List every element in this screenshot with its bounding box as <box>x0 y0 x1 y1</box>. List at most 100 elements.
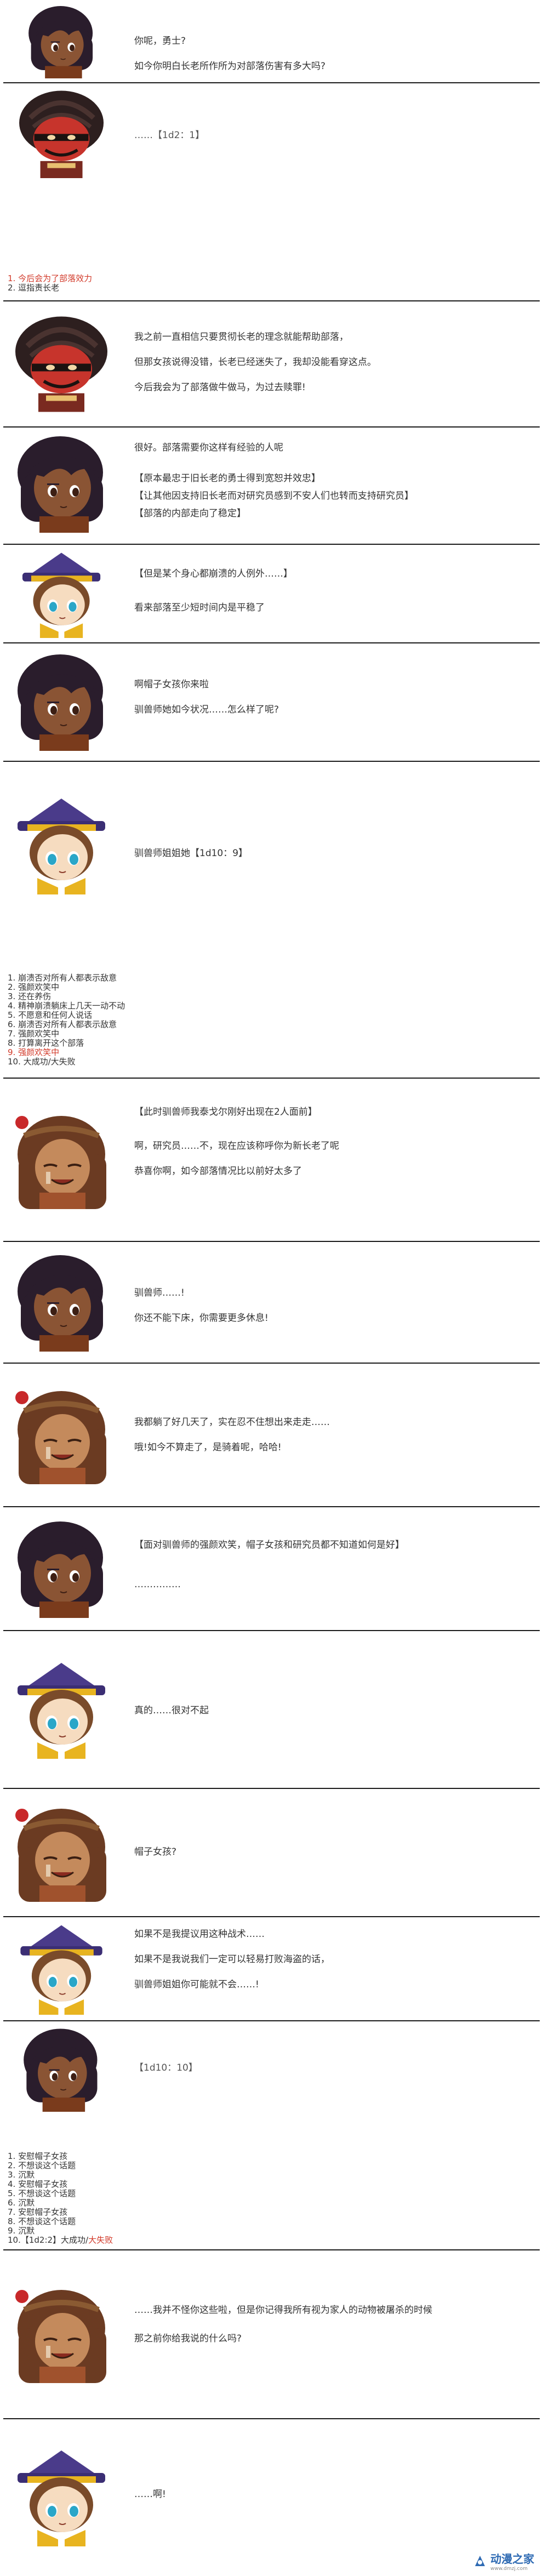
choice-item: 8. 不想谈这个话题 <box>8 2216 76 2226</box>
dialogue-line: 啊，研究员……不，现在应该称呼你为新长老了呢 <box>134 1141 339 1152</box>
dialogue-line: 今后我会为了部落做牛做马，为过去赎罪! <box>134 382 306 393</box>
dialogue-panel-13: 帽子女孩? <box>0 1790 543 1915</box>
brand-url: www.dmzj.com <box>490 2566 528 2572</box>
hat-kid-portrait <box>5 795 118 896</box>
dialogue-lines: 驯兽师……! 你还不能下床，你需要更多休息! <box>134 1286 529 1336</box>
choice-list-3: 1. 安慰帽子女孩 2. 不想谈这个话题 3. 沉默 4. 安慰帽子女孩 5. … <box>8 2152 113 2245</box>
dialogue-lines: 帽子女孩? <box>134 1845 529 1870</box>
narration-line: 【面对驯兽师的强颜欢笑，帽子女孩和研究员都不知道如何是好】 <box>134 1540 404 1551</box>
critical-fail-label: 大失败 <box>88 2235 113 2245</box>
panel-separator <box>3 2249 540 2250</box>
researcher-portrait <box>5 651 118 752</box>
dialogue-line: 恭喜你啊，如今部落情况比以前好太多了 <box>134 1166 302 1177</box>
tamer-portrait <box>5 1370 118 1500</box>
narration-line: 【原本最忠于旧长老的勇士得到宽恕并效忠】 <box>134 473 321 484</box>
choice-item: 5. 不想谈这个话题 <box>8 2189 76 2198</box>
dialogue-lines: ……我并不怪你这些啦，但是你记得我所有视为家人的动物被屠杀的时候 那之前你给我说… <box>134 2303 529 2357</box>
choice-item: 5. 不愿意和任何人说话 <box>8 1010 93 1020</box>
dialogue-line: 驯兽师她如今状况……怎么样了呢? <box>134 704 279 715</box>
panel-separator <box>3 642 540 643</box>
brand-name: 动漫之家 <box>490 2552 534 2566</box>
panel-separator <box>3 1078 540 1079</box>
dialogue-line: 啊帽子女孩你来啦 <box>134 679 209 690</box>
watermark: 动漫之家 www.dmzj.com <box>473 2550 534 2572</box>
dialogue-lines: 【此时驯兽师我泰戈尔刚好出现在2人面前】 啊，研究员……不，现在应该称呼你为新长… <box>134 1105 529 1189</box>
dialogue-line: 你呢，勇士? <box>134 36 186 47</box>
choice-item-critical: 10.【1d2:2】大成功/大失败 <box>8 2235 113 2245</box>
dialogue-line: 如果不是我说我们一定可以轻易打败海盗的话， <box>134 1954 330 1965</box>
choice-item: 3. 还在养伤 <box>8 991 52 1001</box>
researcher-portrait <box>5 434 118 533</box>
panel-separator <box>3 1241 540 1242</box>
panel-separator <box>3 1363 540 1364</box>
dialogue-panel-12: 真的……很对不起 <box>0 1632 543 1787</box>
panel-separator <box>3 82 540 83</box>
panel-separator <box>3 2418 540 2419</box>
hat-kid-portrait <box>5 2447 118 2547</box>
panel-separator <box>3 1788 540 1789</box>
dialogue-panel-2: ……【1d2：1】 <box>0 84 543 182</box>
choice-item: 6. 崩溃否对所有人都表示敌意 <box>8 1019 117 1029</box>
dialogue-lines: 【1d10：10】 <box>134 2061 529 2086</box>
dialogue-lines: 真的……很对不起 <box>134 1703 529 1729</box>
tamer-portrait <box>5 2257 118 2410</box>
choice-item: 4. 精神崩溃躺床上几天一动不动 <box>8 1001 125 1011</box>
dialogue-lines: 【但是某个身心都崩溃的人例外……】 看来部落至少短时间内是平稳了 <box>134 567 529 626</box>
choice-item: 6. 沉默 <box>8 2198 35 2208</box>
hat-kid-portrait <box>11 550 112 638</box>
choice-item-selected: 9. 强颜欢笑中 <box>8 1047 60 1057</box>
researcher-portrait <box>19 4 105 78</box>
warrior-portrait <box>5 309 118 416</box>
panel-separator <box>3 300 540 301</box>
researcher-portrait <box>5 1252 118 1353</box>
choice-item: 2. 逗指责长老 <box>8 283 60 293</box>
dialogue-line: 驯兽师……! <box>134 1287 185 1298</box>
dialogue-panel-9: 驯兽师……! 你还不能下床，你需要更多休息! <box>0 1243 543 1361</box>
dialogue-line: 驯兽师姐姐她【1d10：9】 <box>134 848 248 859</box>
choice-item: 1. 崩溃否对所有人都表示敌意 <box>8 973 117 983</box>
dialogue-lines: 很好。部落需要你这样有经验的人呢 【原本最忠于旧长老的勇士得到宽恕并效忠】 【让… <box>134 441 529 524</box>
choice-item: 4. 安慰帽子女孩 <box>8 2179 68 2189</box>
dialogue-lines: ……【1d2：1】 <box>134 128 529 153</box>
dialogue-lines: 啊帽子女孩你来啦 驯兽师她如今状况……怎么样了呢? <box>134 677 529 728</box>
dialogue-line: …………… <box>134 1579 181 1590</box>
choice-list-1: 1. 今后会为了部落效力 2. 逗指责长老 <box>8 274 92 293</box>
warrior-portrait <box>5 88 118 178</box>
dialogue-panel-7: 驯兽师姐姐她【1d10：9】 <box>0 763 543 928</box>
dialogue-line: 看来部落至少短时间内是平稳了 <box>134 602 265 613</box>
dialogue-panel-5: 【但是某个身心都崩溃的人例外……】 看来部落至少短时间内是平稳了 <box>0 546 543 641</box>
dialogue-line: 你还不能下床，你需要更多休息! <box>134 1313 268 1324</box>
dialogue-line: 那之前你给我说的什么吗? <box>134 2333 242 2344</box>
choice-item: 7. 安慰帽子女孩 <box>8 2207 68 2217</box>
dialogue-panel-10: 我都躺了好几天了，实在忍不住想出来走走…… 哦!如今不算走了，是骑着呢，哈哈! <box>0 1365 543 1505</box>
dialogue-panel-1: 你呢，勇士? 如今你明白长老所作所为对部落伤害有多大吗? <box>0 0 543 81</box>
dialogue-line: 我之前一直相信只要贯彻长老的理念就能帮助部落， <box>134 332 348 343</box>
dialogue-panel-8: 【此时驯兽师我泰戈尔刚好出现在2人面前】 啊，研究员……不，现在应该称呼你为新长… <box>0 1080 543 1240</box>
brand-logo-icon <box>475 2555 485 2566</box>
dialogue-lines: 【面对驯兽师的强颜欢笑，帽子女孩和研究员都不知道如何是好】 …………… <box>134 1538 529 1603</box>
choice-item: 7. 强颜欢笑中 <box>8 1029 60 1039</box>
panel-separator <box>3 2020 540 2021</box>
dialogue-line: 如果不是我提议用这种战术…… <box>134 1929 265 1940</box>
narration-line: 【让其他因支持旧长老而对研究员感到不安人们也转而支持研究员】 <box>134 491 414 501</box>
dialogue-panel-3: 我之前一直相信只要贯彻长老的理念就能帮助部落， 但那女孩说得没错，长老已经迷失了… <box>0 303 543 424</box>
dialogue-lines: 我都躺了好几天了，实在忍不住想出来走走…… 哦!如今不算走了，是骑着呢，哈哈! <box>134 1415 529 1466</box>
narration-line: 【此时驯兽师我泰戈尔刚好出现在2人面前】 <box>134 1107 317 1118</box>
researcher-portrait <box>13 2027 111 2112</box>
panel-separator <box>3 761 540 762</box>
narration-line: 【部落的内部走向了稳定】 <box>134 508 246 519</box>
dialogue-panel-17: ……啊! 动漫之家 www.dmzj.com <box>0 2420 543 2576</box>
hat-kid-portrait <box>5 1659 118 1760</box>
dialogue-line: 驯兽师姐姐你可能就不会……! <box>134 1979 259 1990</box>
dialogue-lines: 我之前一直相信只要贯彻长老的理念就能帮助部落， 但那女孩说得没错，长老已经迷失了… <box>134 330 529 406</box>
dialogue-line: ……我并不怪你这些啦，但是你记得我所有视为家人的动物被屠杀的时候 <box>134 2305 432 2316</box>
researcher-portrait <box>5 1518 118 1619</box>
choice-item: 1. 安慰帽子女孩 <box>8 2151 68 2161</box>
hat-kid-portrait <box>8 1923 115 2015</box>
dialogue-lines: 如果不是我提议用这种战术…… 如果不是我说我们一定可以轻易打败海盗的话， 驯兽师… <box>134 1927 529 2003</box>
dialogue-line: 但那女孩说得没错，长老已经迷失了，我却没能看穿这点。 <box>134 357 376 368</box>
choice-item: 9. 沉默 <box>8 2226 35 2236</box>
dice-roll-text: 【1d10：10】 <box>134 2062 198 2073</box>
choice-item: 2. 不想谈这个话题 <box>8 2161 76 2170</box>
panel-separator <box>3 426 540 428</box>
